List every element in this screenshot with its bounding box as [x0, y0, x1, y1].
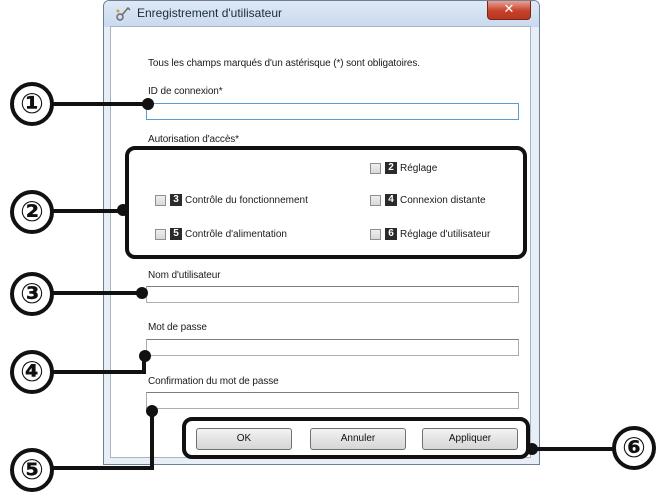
- callout-1: ①: [10, 82, 54, 126]
- confirm-password-field[interactable]: [146, 392, 519, 409]
- close-icon: ✕: [503, 2, 515, 17]
- callout-6: ⑥: [612, 426, 656, 470]
- callout-leader-line: [52, 102, 148, 106]
- callout-pointer-dot: [139, 350, 151, 362]
- username-label: Nom d'utilisateur: [148, 270, 221, 281]
- password-label: Mot de passe: [148, 322, 207, 333]
- callout-leader-line: [530, 447, 614, 451]
- callout-5: ⑤: [10, 448, 54, 492]
- callout-pointer-dot: [136, 287, 148, 299]
- callout-2: ②: [10, 190, 54, 234]
- callout-leader-line: [52, 291, 142, 295]
- required-fields-note: Tous les champs marqués d'un astérisque …: [148, 58, 420, 69]
- confirm-password-label: Confirmation du mot de passe: [148, 376, 279, 387]
- username-field[interactable]: [146, 286, 519, 303]
- callout-pointer-dot: [146, 405, 158, 417]
- close-button[interactable]: ✕: [487, 1, 531, 20]
- callout-leader-line: [150, 412, 154, 470]
- callout-leader-line: [52, 209, 124, 213]
- access-authorization-label: Autorisation d'accès*: [148, 134, 239, 145]
- login-id-label: ID de connexion*: [148, 86, 223, 97]
- user-key-icon: [116, 6, 131, 21]
- callout-pointer-dot: [117, 204, 129, 216]
- callout-3: ③: [10, 272, 54, 316]
- callout-leader-line: [52, 370, 144, 374]
- callout-pointer-dot: [526, 443, 538, 455]
- callout-4: ④: [10, 350, 54, 394]
- password-field[interactable]: [146, 339, 519, 356]
- title-bar[interactable]: Enregistrement d'utilisateur ✕: [104, 1, 539, 27]
- buttons-highlight-frame: [182, 417, 530, 459]
- permissions-highlight-frame: [125, 146, 527, 259]
- callout-pointer-dot: [142, 98, 154, 110]
- window-title: Enregistrement d'utilisateur: [137, 6, 283, 20]
- login-id-field[interactable]: [146, 103, 519, 120]
- callout-leader-line: [52, 466, 153, 470]
